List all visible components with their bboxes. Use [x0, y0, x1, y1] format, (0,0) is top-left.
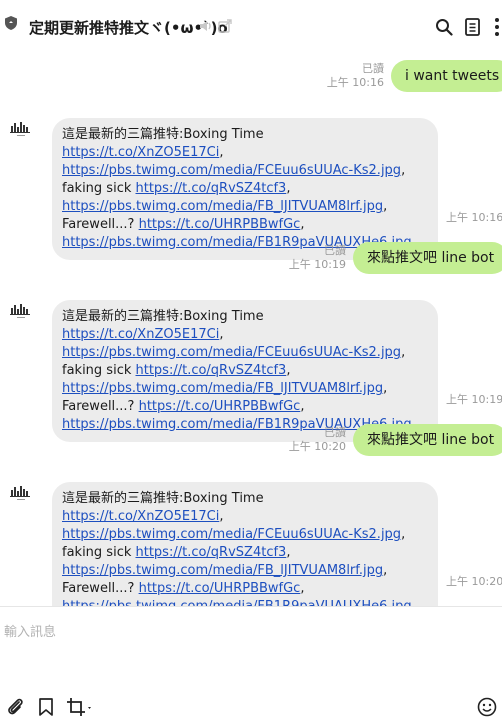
- emoji-icon[interactable]: [477, 697, 497, 717]
- message-meta: 已讀 上午 10:20: [262, 426, 346, 454]
- tweet-link[interactable]: https://t.co/qRvSZ4tcf3: [136, 181, 287, 196]
- read-receipt: 已讀: [324, 244, 346, 257]
- external-link-icon[interactable]: [218, 19, 232, 33]
- message-text: ,: [300, 217, 305, 232]
- message-meta: 已讀 上午 10:19: [262, 244, 346, 272]
- chat-title: 定期更新推特推文ヾ(•ω•`)o: [29, 19, 228, 37]
- outgoing-message[interactable]: i want tweets: [391, 60, 502, 92]
- tweet-link[interactable]: https://pbs.twimg.com/media/FB_lJITVUAM8…: [62, 563, 383, 578]
- message-text: ,: [300, 399, 305, 414]
- message-text: ,: [219, 327, 224, 342]
- message-text: 這是最新的三篇推特:Boxing Time: [62, 127, 264, 142]
- message-time: 上午 10:19: [288, 258, 346, 271]
- tweet-link[interactable]: https://pbs.twimg.com/media/FCEuu6sUUAc-…: [62, 527, 401, 542]
- tweet-link[interactable]: https://pbs.twimg.com/media/FB_lJITVUAM8…: [62, 381, 383, 396]
- tweet-link[interactable]: https://t.co/XnZO5E17Ci: [62, 509, 219, 524]
- message-text: ,: [286, 181, 291, 196]
- message-time: 上午 10:20: [446, 575, 502, 588]
- message-time: 上午 10:16: [446, 211, 502, 224]
- notes-icon[interactable]: [465, 18, 481, 36]
- message-time: 上午 10:20: [288, 440, 346, 453]
- more-icon[interactable]: [494, 17, 500, 37]
- message-text: ,: [286, 363, 291, 378]
- crop-icon[interactable]: [66, 697, 94, 717]
- attach-icon[interactable]: [6, 697, 26, 717]
- message-composer: 輸入訊息: [0, 606, 502, 721]
- message-text: ,: [219, 509, 224, 524]
- incoming-message[interactable]: 這是最新的三篇推特:Boxing Time https://t.co/XnZO5…: [52, 300, 438, 442]
- message-text: ,: [219, 145, 224, 160]
- chat-messages: 已讀 上午 10:16 i want tweets 這是最新的三篇推特:Boxi…: [0, 56, 502, 624]
- tweet-link[interactable]: https://t.co/XnZO5E17Ci: [62, 145, 219, 160]
- tweet-link[interactable]: https://t.co/qRvSZ4tcf3: [136, 545, 287, 560]
- message-meta: 已讀 上午 10:16: [300, 62, 384, 90]
- tweet-link[interactable]: https://t.co/qRvSZ4tcf3: [136, 363, 287, 378]
- message-time: 上午 10:19: [446, 393, 502, 406]
- read-receipt: 已讀: [362, 62, 384, 75]
- tweet-link[interactable]: https://pbs.twimg.com/media/FCEuu6sUUAc-…: [62, 163, 401, 178]
- message-text: 這是最新的三篇推特:Boxing Time: [62, 309, 264, 324]
- tweet-link[interactable]: https://t.co/UHRPBBwfGc: [139, 581, 301, 596]
- message-text: ,: [286, 545, 291, 560]
- mute-icon: [200, 21, 211, 31]
- bookmark-icon[interactable]: [36, 697, 56, 717]
- tweet-link[interactable]: https://pbs.twimg.com/media/FCEuu6sUUAc-…: [62, 345, 401, 360]
- tweet-link[interactable]: https://pbs.twimg.com/media/FB_lJITVUAM8…: [62, 199, 383, 214]
- read-receipt: 已讀: [324, 426, 346, 439]
- outgoing-message[interactable]: 來點推文吧 line bot: [353, 424, 502, 456]
- tweet-link[interactable]: https://t.co/UHRPBBwfGc: [139, 217, 301, 232]
- outgoing-message[interactable]: 來點推文吧 line bot: [353, 242, 502, 274]
- message-input[interactable]: 輸入訊息: [4, 621, 56, 640]
- bot-avatar[interactable]: [9, 302, 33, 320]
- chat-header: 定期更新推特推文ヾ(•ω•`)o: [0, 0, 502, 56]
- bot-avatar[interactable]: [9, 484, 33, 502]
- message-time: 上午 10:16: [326, 76, 384, 89]
- tweet-link[interactable]: https://t.co/UHRPBBwfGc: [139, 399, 301, 414]
- tweet-link[interactable]: https://t.co/XnZO5E17Ci: [62, 327, 219, 342]
- bot-avatar[interactable]: [9, 120, 33, 138]
- incoming-message[interactable]: 這是最新的三篇推特:Boxing Time https://t.co/XnZO5…: [52, 118, 438, 260]
- incoming-message[interactable]: 這是最新的三篇推特:Boxing Time https://t.co/XnZO5…: [52, 482, 438, 624]
- shield-icon: [5, 16, 17, 30]
- search-icon[interactable]: [435, 18, 453, 36]
- message-text: ,: [300, 581, 305, 596]
- message-text: 這是最新的三篇推特:Boxing Time: [62, 491, 264, 506]
